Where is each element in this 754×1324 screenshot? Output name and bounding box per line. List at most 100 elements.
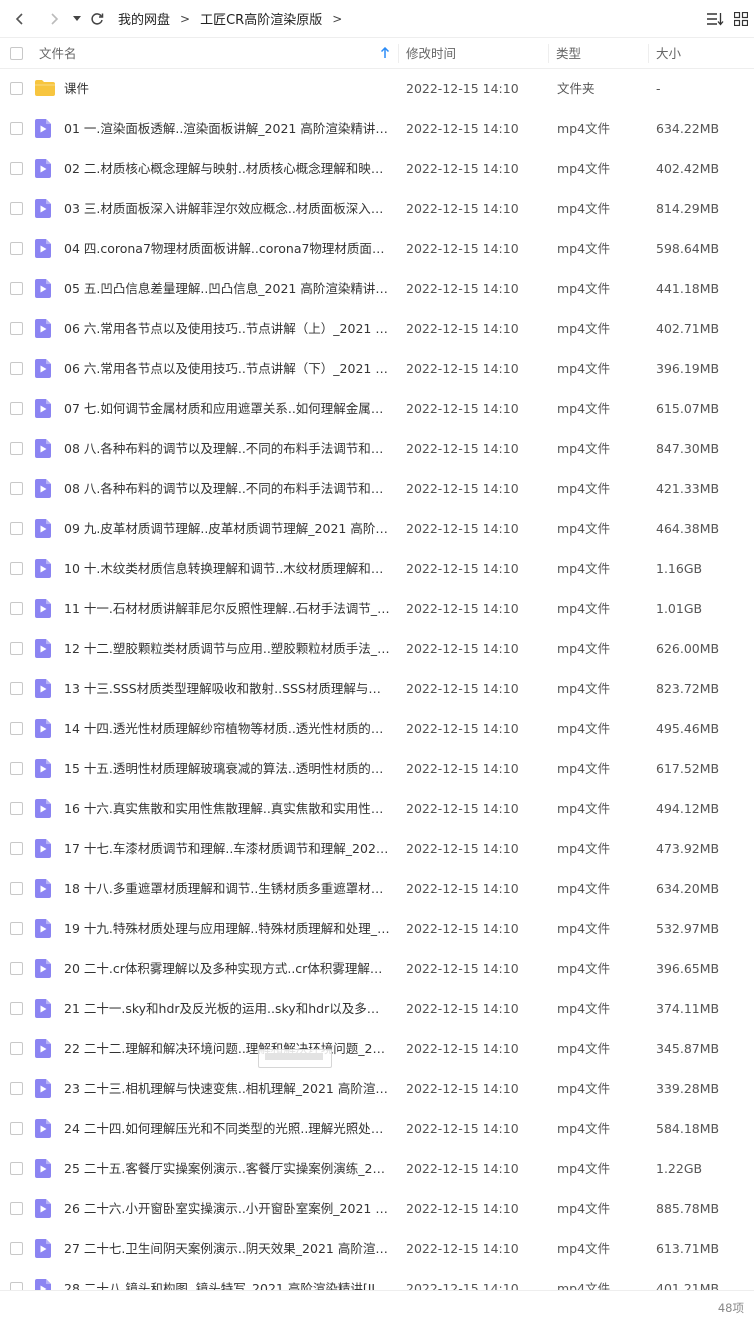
file-name: 24 二十四.如何理解压光和不同类型的光照..理解光照处理以... (64, 1121, 390, 1136)
back-button[interactable] (6, 5, 34, 33)
row-checkbox[interactable] (10, 482, 23, 495)
file-modified-date: 2022-12-15 14:10 (406, 241, 519, 256)
file-type: mp4文件 (557, 441, 611, 456)
header-type[interactable]: 类型 (556, 38, 581, 69)
row-checkbox[interactable] (10, 562, 23, 575)
row-checkbox[interactable] (10, 242, 23, 255)
row-checkbox[interactable] (10, 682, 23, 695)
refresh-button[interactable] (86, 5, 108, 33)
table-row[interactable]: 24 二十四.如何理解压光和不同类型的光照..理解光照处理以... 2022-12… (0, 1109, 754, 1149)
row-checkbox[interactable] (10, 1002, 23, 1015)
file-type: mp4文件 (557, 401, 611, 416)
table-row[interactable]: 17 十七.车漆材质调节和理解..车漆材质调节和理解_2021 ... 2022-… (0, 829, 754, 869)
header-modified[interactable]: 修改时间 (406, 38, 456, 69)
table-row[interactable]: 25 二十五.客餐厅实操案例演示..客餐厅实操案例演练_2021... 2022-… (0, 1149, 754, 1189)
file-size: 1.01GB (656, 601, 703, 616)
table-row[interactable]: 05 五.凹凸信息差量理解..凹凸信息_2021 高阶渲染精讲[JIU... 20… (0, 269, 754, 309)
row-checkbox[interactable] (10, 1202, 23, 1215)
table-row[interactable]: 14 十四.透光性材质理解纱帘植物等材质..透光性材质的理解... 2022-12… (0, 709, 754, 749)
table-row[interactable]: 08 八.各种布料的调节以及理解..不同的布料手法调节和理解... 2022-12… (0, 469, 754, 509)
row-checkbox[interactable] (10, 882, 23, 895)
row-checkbox[interactable] (10, 922, 23, 935)
table-row[interactable]: 26 二十六.小开窗卧室实操演示..小开窗卧室案例_2021 高... 2022-… (0, 1189, 754, 1229)
table-row[interactable]: 01 一.渲染面板透解..渲染面板讲解_2021 高阶渲染精讲[JIU... 20… (0, 109, 754, 149)
row-checkbox[interactable] (10, 202, 23, 215)
file-modified-date: 2022-12-15 14:10 (406, 1201, 519, 1216)
table-row[interactable]: 09 九.皮革材质调节理解..皮革材质调节理解_2021 高阶渲... 2022-… (0, 509, 754, 549)
select-all-checkbox[interactable] (10, 47, 23, 60)
table-row[interactable]: 16 十六.真实焦散和实用性焦散理解..真实焦散和实用性焦散... 2022-12… (0, 789, 754, 829)
table-row[interactable]: 10 十.木纹类材质信息转换理解和调节..木纹材质理解和制作... 2022-12… (0, 549, 754, 589)
caret-down-icon (73, 15, 81, 21)
row-checkbox[interactable] (10, 162, 23, 175)
table-row[interactable]: 06 六.常用各节点以及使用技巧..节点讲解（上）_2021 高... 2022-… (0, 309, 754, 349)
file-name: 23 二十三.相机理解与快速变焦..相机理解_2021 高阶渲染... (64, 1081, 390, 1096)
row-checkbox[interactable] (10, 1242, 23, 1255)
sort-ascending-icon[interactable] (380, 46, 390, 62)
table-row[interactable]: 22 二十二.理解和解决环境问题..理解和解决环境问题_2021... 2022-… (0, 1029, 754, 1069)
column-divider[interactable] (398, 44, 399, 63)
table-row[interactable]: 07 七.如何调节金属材质和应用遮罩关系..如何理解金属材质... 2022-12… (0, 389, 754, 429)
file-modified-date: 2022-12-15 14:10 (406, 441, 519, 456)
video-file-icon (35, 759, 51, 781)
row-checkbox[interactable] (10, 1082, 23, 1095)
table-row[interactable]: 23 二十三.相机理解与快速变焦..相机理解_2021 高阶渲染... 2022-… (0, 1069, 754, 1109)
file-name: 11 十一.石材材质讲解菲尼尔反照性理解..石材手法调节_20... (64, 601, 390, 616)
table-row[interactable]: 12 十二.塑胶颗粒类材质调节与应用..塑胶颗粒材质手法_20... 2022-1… (0, 629, 754, 669)
sort-button[interactable] (702, 5, 728, 33)
file-size: 584.18MB (656, 1121, 720, 1136)
row-checkbox[interactable] (10, 1122, 23, 1135)
table-row[interactable]: 19 十九.特殊材质处理与应用理解..特殊材质理解和处理_20... 2022-1… (0, 909, 754, 949)
column-divider[interactable] (648, 44, 649, 63)
header-name[interactable]: 文件名 (39, 38, 77, 69)
row-checkbox[interactable] (10, 402, 23, 415)
video-file-icon (35, 1239, 51, 1261)
file-name: 02 二.材质核心概念理解与映射..材质核心概念理解和映射_2... (64, 161, 390, 176)
row-checkbox[interactable] (10, 762, 23, 775)
table-row[interactable]: 06 六.常用各节点以及使用技巧..节点讲解（下）_2021 高... 2022-… (0, 349, 754, 389)
file-size: 495.46MB (656, 721, 720, 736)
forward-button[interactable] (40, 5, 68, 33)
row-checkbox[interactable] (10, 122, 23, 135)
file-type: mp4文件 (557, 1161, 611, 1176)
column-divider[interactable] (548, 44, 549, 63)
row-checkbox[interactable] (10, 642, 23, 655)
breadcrumb-separator[interactable]: > (324, 12, 350, 26)
table-row[interactable]: 27 二十七.卫生间阴天案例演示..阴天效果_2021 高阶渲染... 2022-… (0, 1229, 754, 1269)
row-checkbox[interactable] (10, 362, 23, 375)
row-checkbox[interactable] (10, 842, 23, 855)
table-row[interactable]: 04 四.corona7物理材质面板讲解..corona7物理材质面板讲... 2… (0, 229, 754, 269)
file-modified-date: 2022-12-15 14:10 (406, 1121, 519, 1136)
row-checkbox[interactable] (10, 1162, 23, 1175)
table-row[interactable]: 20 二十.cr体积雾理解以及多种实现方式..cr体积雾理解以及... 2022-… (0, 949, 754, 989)
row-checkbox[interactable] (10, 602, 23, 615)
breadcrumb-item-current[interactable]: 工匠CR高阶渲染原版 (198, 9, 324, 28)
row-checkbox[interactable] (10, 82, 23, 95)
row-checkbox[interactable] (10, 722, 23, 735)
video-file-icon (35, 719, 51, 741)
grid-view-button[interactable] (728, 5, 754, 33)
table-row[interactable]: 11 十一.石材材质讲解菲尼尔反照性理解..石材手法调节_20... 2022-1… (0, 589, 754, 629)
file-modified-date: 2022-12-15 14:10 (406, 201, 519, 216)
row-checkbox[interactable] (10, 522, 23, 535)
table-row[interactable]: 15 十五.透明性材质理解玻璃衰减的算法..透明性材质的理解... 2022-12… (0, 749, 754, 789)
history-dropdown-button[interactable] (68, 5, 86, 33)
breadcrumb-item-root[interactable]: 我的网盘 (116, 9, 172, 28)
table-row[interactable]: 课件 2022-12-15 14:10 文件夹 - (0, 69, 754, 109)
table-row[interactable]: 03 三.材质面板深入讲解菲涅尔效应概念..材质面板深入讲解... 2022-12… (0, 189, 754, 229)
table-row[interactable]: 08 八.各种布料的调节以及理解..不同的布料手法调节和理解... 2022-12… (0, 429, 754, 469)
row-checkbox[interactable] (10, 442, 23, 455)
row-checkbox[interactable] (10, 282, 23, 295)
row-checkbox[interactable] (10, 1042, 23, 1055)
header-size[interactable]: 大小 (656, 38, 681, 69)
table-row[interactable]: 18 十八.多重遮罩材质理解和调节..生锈材质多重遮罩材质理... 2022-12… (0, 869, 754, 909)
table-row[interactable]: 13 十三.SSS材质类型理解吸收和散射..SSS材质理解与调节_... 2022… (0, 669, 754, 709)
table-row[interactable]: 02 二.材质核心概念理解与映射..材质核心概念理解和映射_2... 2022-1… (0, 149, 754, 189)
row-checkbox[interactable] (10, 322, 23, 335)
row-checkbox[interactable] (10, 802, 23, 815)
row-checkbox[interactable] (10, 962, 23, 975)
table-row[interactable]: 21 二十一.sky和hdr及反光板的运用..sky和hdr以及多种灯... 20… (0, 989, 754, 1029)
table-row[interactable]: 28 二十八.镜头和构图..镜头特写_2021 高阶渲染精讲[JIU]... 20… (0, 1269, 754, 1290)
row-checkbox[interactable] (10, 1282, 23, 1290)
file-size: 402.71MB (656, 321, 720, 336)
